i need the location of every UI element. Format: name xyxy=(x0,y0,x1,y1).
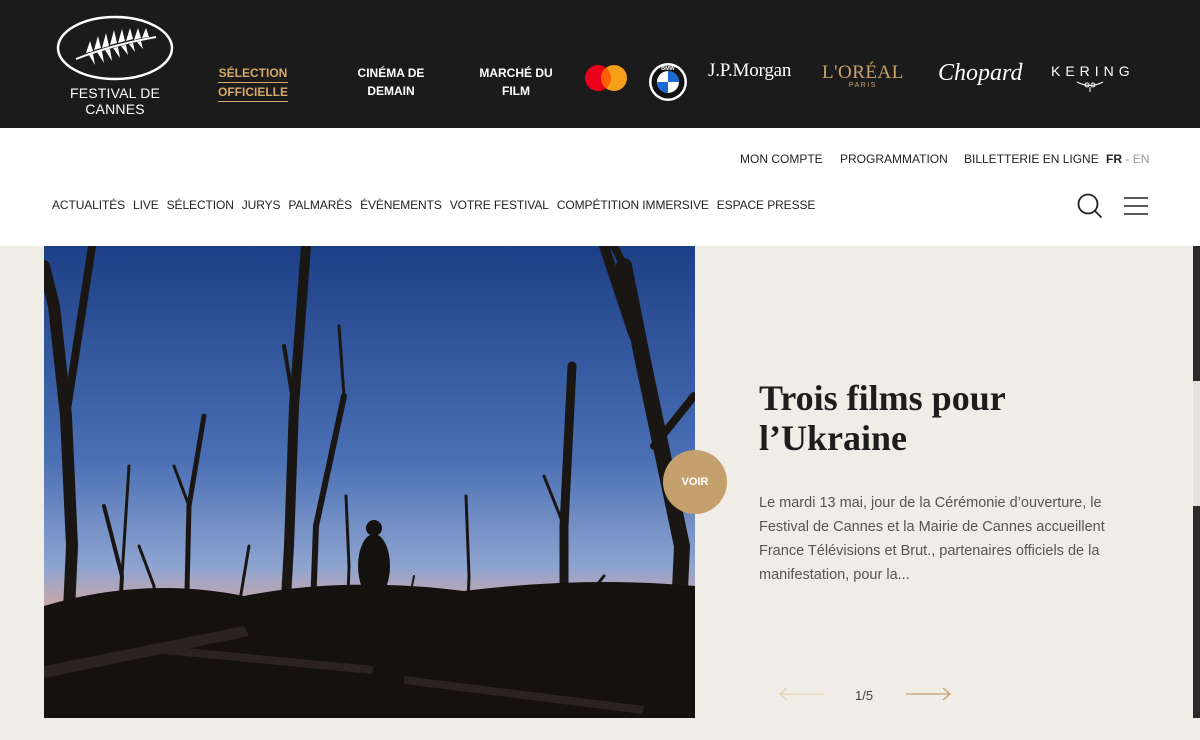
hero-image[interactable] xyxy=(44,246,695,718)
loreal-name: L'ORÉAL xyxy=(822,62,904,83)
svg-text:BMW: BMW xyxy=(661,66,676,72)
main-nav-actualites[interactable]: ACTUALITÉS xyxy=(52,198,125,212)
hero-title[interactable]: Trois films pour l’Ukraine xyxy=(759,378,1089,458)
lang-en[interactable]: EN xyxy=(1133,152,1150,166)
mastercard-logo-icon[interactable] xyxy=(584,64,628,92)
next-slide-preview[interactable] xyxy=(1193,246,1200,718)
main-nav-live[interactable]: LIVE xyxy=(133,198,159,212)
site-header: MON COMPTE PROGRAMMATION BILLETTERIE EN … xyxy=(0,128,1200,246)
hero-excerpt: Le mardi 13 mai, jour de la Cérémonie d’… xyxy=(759,495,1105,583)
main-nav: ACTUALITÉS LIVE SÉLECTION JURYS PALMARÈS… xyxy=(52,198,815,212)
main-nav-palmares[interactable]: PALMARÈS xyxy=(288,198,352,212)
slider-pager: 1/5 xyxy=(778,684,958,706)
search-icon[interactable] xyxy=(1077,193,1103,219)
slide-counter: 1/5 xyxy=(855,688,874,703)
top-nav-label: FILM xyxy=(502,84,530,98)
voir-button[interactable]: VOIR xyxy=(663,450,727,514)
main-nav-competition-immersive[interactable]: COMPÉTITION IMMERSIVE xyxy=(557,198,709,212)
arrow-left-icon[interactable] xyxy=(778,686,826,702)
main-nav-selection[interactable]: SÉLECTION xyxy=(167,198,234,212)
main-nav-votre-festival[interactable]: VOTRE FESTIVAL xyxy=(450,198,549,212)
owl-icon xyxy=(1076,81,1104,92)
loreal-logo[interactable]: L'ORÉAL PARIS xyxy=(822,62,904,89)
top-nav-label: MARCHÉ DU xyxy=(479,66,553,80)
top-bar: FESTIVAL DE CANNES SÉLECTION OFFICIELLE … xyxy=(0,0,1200,128)
logo-line1: FESTIVAL DE xyxy=(69,85,161,101)
online-ticketing-link[interactable]: BILLETTERIE EN LIGNE xyxy=(964,152,1099,166)
bmw-logo-icon[interactable]: BMW xyxy=(648,62,688,102)
main-nav-jurys[interactable]: JURYS xyxy=(242,198,281,212)
top-nav-label: SÉLECTION xyxy=(218,64,288,83)
loreal-sub: PARIS xyxy=(848,82,877,89)
top-nav-marche-du-film[interactable]: MARCHÉ DU FILM xyxy=(478,64,554,100)
language-switcher: FR - EN xyxy=(1106,152,1149,166)
top-nav-cinema-de-demain[interactable]: CINÉMA DE DEMAIN xyxy=(355,64,427,100)
arrow-right-icon[interactable] xyxy=(904,686,952,702)
top-nav-label: OFFICIELLE xyxy=(218,83,288,102)
top-nav-label: CINÉMA DE xyxy=(357,66,425,80)
my-account-link[interactable]: MON COMPTE xyxy=(740,152,823,166)
logo-line2: CANNES xyxy=(85,101,145,117)
main-nav-evenements[interactable]: ÉVÈNEMENTS xyxy=(360,198,442,212)
festival-logo[interactable]: FESTIVAL DE CANNES xyxy=(55,15,175,117)
top-nav-selection-officielle[interactable]: SÉLECTION OFFICIELLE xyxy=(218,64,288,102)
top-nav-label: DEMAIN xyxy=(367,84,415,98)
main-nav-espace-presse[interactable]: ESPACE PRESSE xyxy=(717,198,816,212)
next-slide-preview-band xyxy=(1193,381,1200,506)
kering-logo[interactable]: KERING xyxy=(1051,63,1135,96)
chopard-logo[interactable]: Chopard xyxy=(938,60,1022,87)
palm-logo-icon xyxy=(56,15,174,81)
jpmorgan-logo[interactable]: J.P.Morgan xyxy=(708,60,791,82)
programming-link[interactable]: PROGRAMMATION xyxy=(840,152,948,166)
lang-fr[interactable]: FR xyxy=(1106,152,1122,166)
burnt-forest-soldier-photo xyxy=(44,246,695,718)
lang-separator: - xyxy=(1125,152,1130,166)
hamburger-menu-icon[interactable] xyxy=(1123,196,1149,216)
kering-name: KERING xyxy=(1051,63,1135,79)
